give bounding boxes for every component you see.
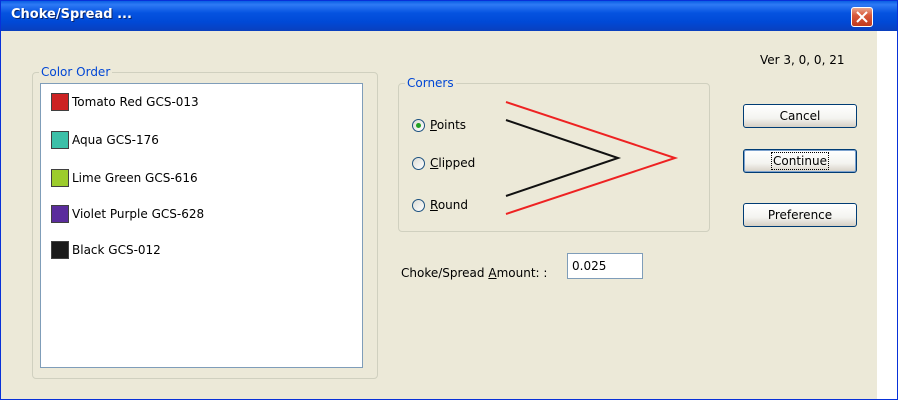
radio-round[interactable]: Round (412, 196, 502, 214)
list-item-label: Tomato Red GCS-013 (72, 95, 199, 109)
continue-button-label: Continue (771, 152, 829, 170)
list-item-label: Lime Green GCS-616 (72, 171, 198, 185)
list-item[interactable]: Aqua GCS-176 (51, 130, 159, 150)
window-title: Choke/Spread ... (11, 7, 132, 22)
list-item-label: Violet Purple GCS-628 (72, 207, 205, 221)
radio-label: Round (430, 198, 468, 212)
preference-button-label: Preference (767, 208, 833, 222)
close-icon (856, 11, 868, 23)
color-swatch (51, 205, 69, 223)
radio-indicator[interactable] (412, 118, 425, 132)
choke-spread-dialog: Choke/Spread ... Ver 3, 0, 0, 21 Color O… (0, 0, 898, 400)
list-item[interactable]: Tomato Red GCS-013 (51, 92, 199, 112)
version-label: Ver 3, 0, 0, 21 (760, 53, 845, 67)
cancel-button[interactable]: Cancel (743, 104, 857, 128)
continue-button[interactable]: Continue (743, 149, 857, 173)
corner-preview (505, 101, 679, 215)
title-bar[interactable]: Choke/Spread ... (1, 1, 897, 31)
background-window-edge (877, 31, 897, 399)
close-button[interactable] (851, 7, 873, 27)
radio-points[interactable]: Points (412, 116, 502, 134)
cancel-button-label: Cancel (779, 109, 821, 123)
color-swatch (51, 169, 69, 187)
color-swatch (51, 241, 69, 259)
outer-corner-line (505, 101, 679, 215)
color-swatch (51, 93, 69, 111)
inner-corner-line (505, 119, 622, 197)
radio-indicator[interactable] (412, 198, 425, 212)
radio-label: Points (430, 118, 467, 132)
choke-spread-amount-input[interactable] (567, 253, 643, 279)
corners-legend: Corners (407, 76, 454, 90)
radio-label: Clipped (430, 156, 476, 170)
color-order-list[interactable]: Tomato Red GCS-013 Aqua GCS-176 Lime Gre… (40, 83, 363, 368)
list-item[interactable]: Lime Green GCS-616 (51, 168, 198, 188)
choke-spread-amount-label: Choke/Spread Amount: : (401, 266, 548, 280)
radio-selected-dot (416, 122, 421, 128)
list-item-label: Aqua GCS-176 (72, 133, 159, 147)
list-item[interactable]: Black GCS-012 (51, 240, 161, 260)
color-swatch (51, 131, 69, 149)
list-item-label: Black GCS-012 (72, 243, 161, 257)
radio-indicator[interactable] (412, 156, 425, 170)
preference-button[interactable]: Preference (743, 203, 857, 227)
radio-clipped[interactable]: Clipped (412, 154, 502, 172)
list-item[interactable]: Violet Purple GCS-628 (51, 204, 204, 224)
color-order-legend: Color Order (41, 65, 111, 79)
